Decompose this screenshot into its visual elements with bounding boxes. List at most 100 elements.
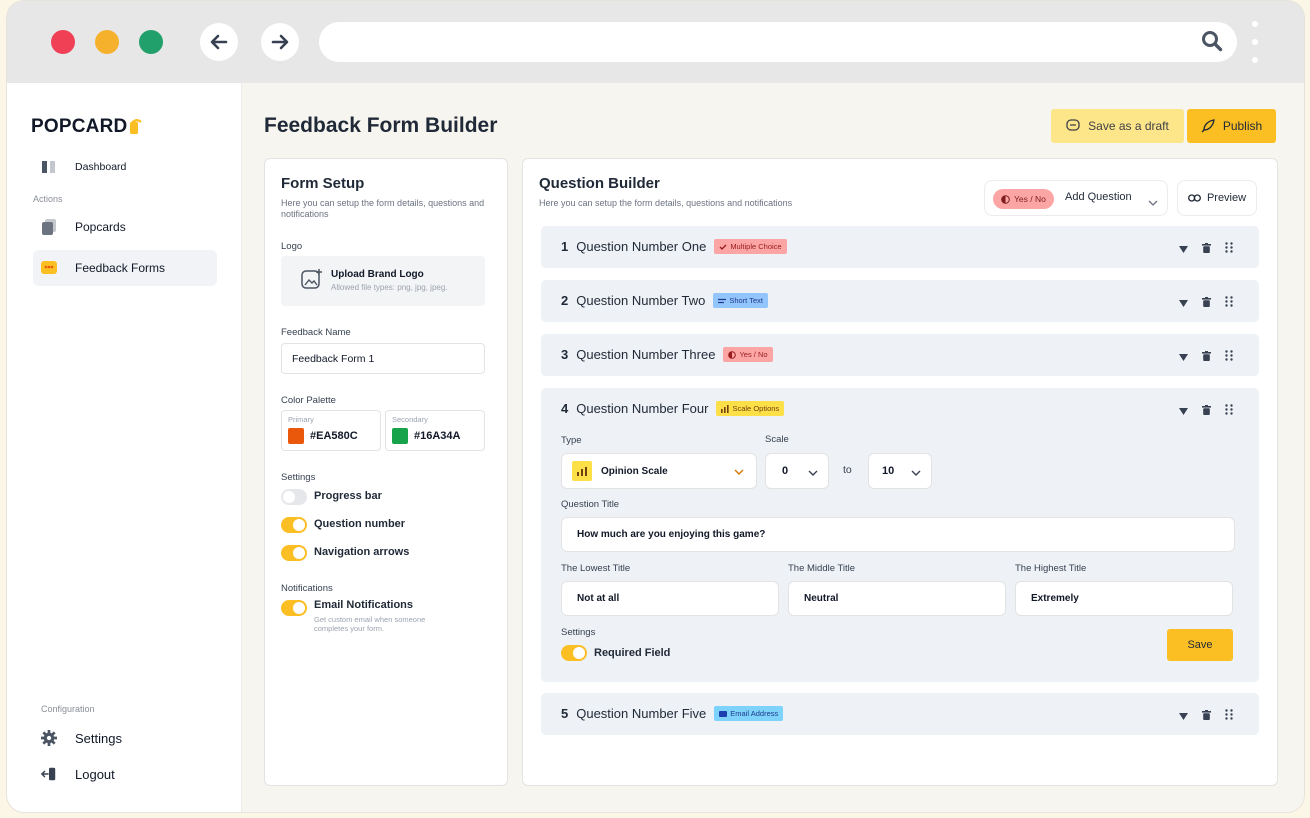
question-number: 5 [561,706,569,721]
trash-icon[interactable] [1202,402,1211,420]
type-select[interactable]: Opinion Scale [561,453,757,489]
feedback-name-input[interactable]: Feedback Form 1 [281,343,485,374]
question-title: Question Number Two [576,293,706,308]
scale-options-tag: Scale Options [716,401,785,416]
trash-icon[interactable] [1202,240,1211,258]
expand-caret-icon[interactable] [1179,402,1188,420]
form-setup-subtitle: Here you can setup the form details, que… [281,198,485,219]
chat-bubble-icon [1066,119,1080,133]
save-draft-button[interactable]: Save as a draft [1051,109,1184,143]
drag-handle-icon[interactable] [1225,294,1233,312]
sidebar-item-label: Dashboard [75,161,127,173]
secondary-color-picker[interactable]: Secondary #16A34A [385,410,485,451]
sidebar-item-logout[interactable]: Logout [33,756,217,792]
trash-icon[interactable] [1202,348,1211,366]
lowest-title-input[interactable]: Not at all [561,581,779,616]
trash-icon[interactable] [1202,707,1211,725]
sidebar-item-feedback-forms[interactable]: Feedback Forms [33,250,217,286]
close-window-dot[interactable] [51,30,75,54]
expand-caret-icon[interactable] [1179,707,1188,725]
sidebar-item-label: Feedback Forms [75,261,166,275]
question-row[interactable]: 1 Question Number One Multiple Choice [541,226,1259,268]
scale-from-value: 0 [782,465,789,477]
back-arrow-icon[interactable] [200,23,238,61]
question-builder-title: Question Builder [539,175,660,192]
email-notifications-label: Email Notifications [314,599,414,611]
type-label: Type [561,435,582,446]
expand-caret-icon[interactable] [1179,294,1188,312]
email-notifications-hint: Get custom email when someone completes … [314,615,426,633]
question-number-toggle[interactable] [281,517,307,533]
question-title: Question Number Three [576,347,716,362]
logout-icon [41,766,57,782]
question-title-input[interactable]: How much are you enjoying this game? [561,517,1235,552]
scale-to-value: 10 [882,465,895,477]
bar-chart-icon [572,461,592,481]
tag-label: Email Address [730,709,779,718]
sidebar-item-settings[interactable]: Settings [33,720,217,756]
sidebar: POPCARD Dashboard Actions Popcards Feedb… [7,83,242,812]
short-text-tag: Short Text [713,293,768,308]
question-title: Question Number Four [576,401,709,416]
forward-arrow-icon[interactable] [261,23,299,61]
save-question-label: Save [1187,639,1213,651]
trash-icon[interactable] [1202,294,1211,312]
popcard-logo-icon [129,118,143,136]
multiple-choice-tag: Multiple Choice [714,239,787,254]
browser-menu-icon[interactable] [1252,21,1258,63]
upload-title: Upload Brand Logo [331,269,424,280]
drag-handle-icon[interactable] [1225,707,1233,725]
question-number: 4 [561,401,569,416]
minimize-window-dot[interactable] [95,30,119,54]
question-row[interactable]: 5 Question Number Five Email Address [541,693,1259,735]
type-select-value: Opinion Scale [601,465,668,477]
browser-toolbar [7,1,1304,83]
question-row[interactable]: 3 Question Number Three Yes / No [541,334,1259,376]
scale-to-select[interactable]: 10 [868,453,932,489]
preview-button[interactable]: Preview [1177,180,1257,216]
brand-logo: POPCARD [31,116,143,138]
image-upload-icon [301,268,323,295]
save-draft-label: Save as a draft [1088,119,1169,133]
expand-caret-icon[interactable] [1179,348,1188,366]
notifications-label: Notifications [281,583,333,594]
question-editor-expanded: 4 Question Number Four Scale Options Type… [541,388,1259,682]
navigation-arrows-toggle[interactable] [281,545,307,561]
email-notifications-toggle[interactable] [281,600,307,616]
question-type-pill-label: Yes / No [1014,194,1046,204]
publish-button[interactable]: Publish [1187,109,1276,143]
maximize-window-dot[interactable] [139,30,163,54]
drag-handle-icon[interactable] [1225,402,1233,420]
sidebar-item-label: Popcards [75,220,126,234]
drag-handle-icon[interactable] [1225,240,1233,258]
sidebar-item-dashboard[interactable]: Dashboard [33,149,217,185]
middle-title-label: The Middle Title [788,563,856,574]
middle-title-input[interactable]: Neutral [788,581,1006,616]
primary-color-picker[interactable]: Primary #EA580C [281,410,381,451]
question-title-label: Question Title [561,499,620,510]
drag-handle-icon[interactable] [1225,348,1233,366]
chevron-down-icon [734,468,744,479]
progress-bar-toggle[interactable] [281,489,307,505]
address-bar[interactable] [319,22,1237,62]
required-field-toggle[interactable] [561,645,587,661]
main-content: Feedback Form Builder Save as a draft Pu… [242,83,1304,812]
save-question-button[interactable]: Save [1167,629,1233,661]
logo-label: Logo [281,241,303,252]
question-title: Question Number Five [576,706,707,721]
scale-from-select[interactable]: 0 [765,453,829,489]
question-type-pill[interactable]: Yes / No [993,189,1054,209]
tag-label: Multiple Choice [730,242,782,251]
sidebar-item-popcards[interactable]: Popcards [33,209,217,245]
question-row[interactable]: 2 Question Number Two Short Text [541,280,1259,322]
search-icon[interactable] [1201,30,1223,52]
highest-title-input[interactable]: Extremely [1015,581,1233,616]
upload-logo-dropzone[interactable]: Upload Brand Logo Allowed file types: pn… [281,256,485,306]
form-setup-title: Form Setup [281,175,365,192]
tag-label: Short Text [729,296,763,305]
secondary-hex: #16A34A [414,430,461,442]
question-title: Question Number One [576,239,707,254]
expand-caret-icon[interactable] [1179,240,1188,258]
highest-title-label: The Highest Title [1015,563,1087,574]
logout-label: Logout [75,766,115,782]
